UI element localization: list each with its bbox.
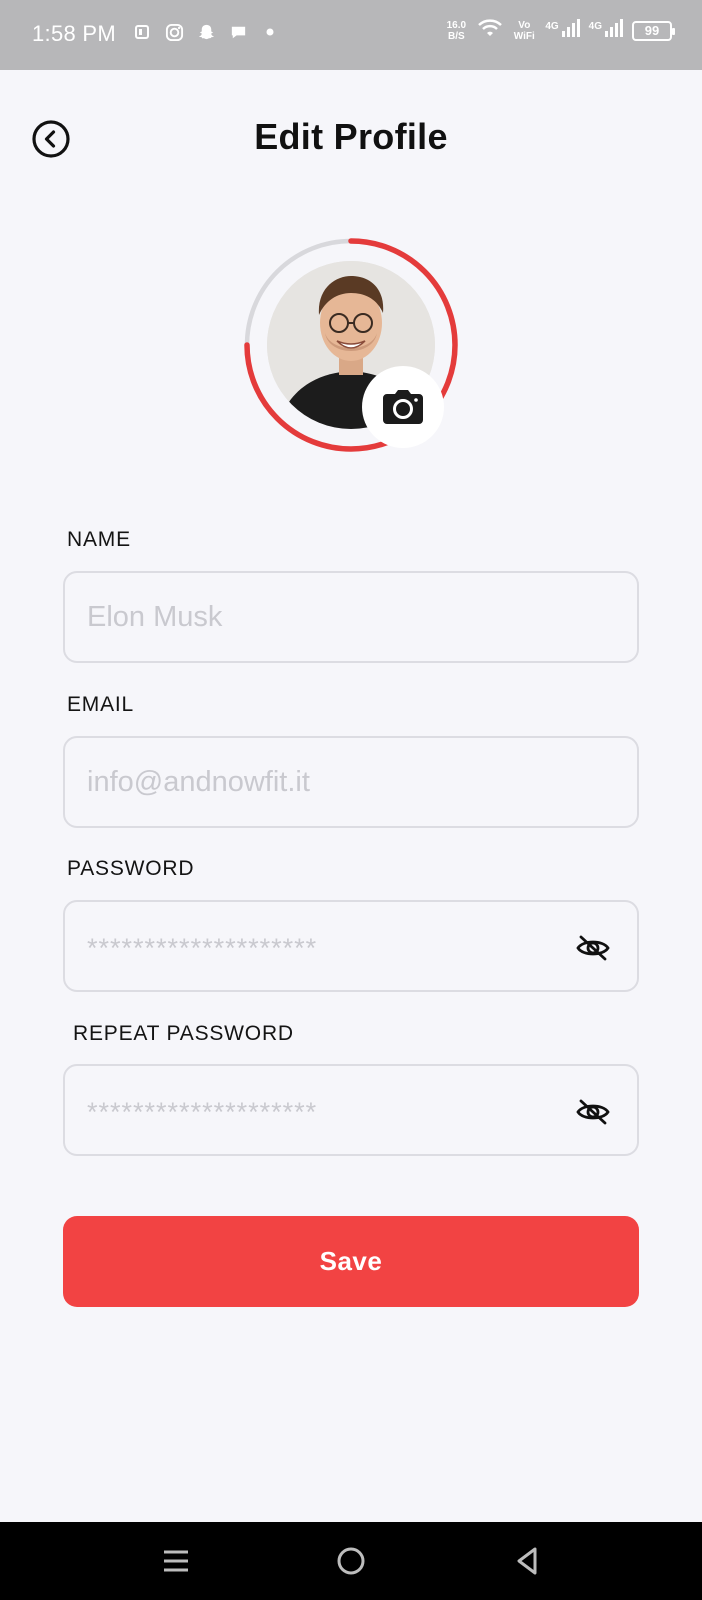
system-nav-bar — [0, 1522, 702, 1600]
pdf-icon — [132, 22, 152, 42]
status-time: 1:58 PM — [32, 21, 117, 46]
dot-icon — [260, 22, 280, 42]
signal-icon — [604, 18, 624, 43]
net-speed: 16.0 B/S — [446, 19, 467, 42]
email-input[interactable] — [87, 738, 567, 826]
repeat-password-field[interactable]: ******************** — [63, 1064, 639, 1156]
battery-level: 99 — [644, 23, 660, 38]
chat-icon — [228, 22, 248, 42]
status-right: 16.0 B/S Vo WiFi 4G 4G 99 — [443, 18, 675, 43]
snapchat-icon — [196, 22, 216, 42]
notification-icons — [132, 22, 280, 42]
network-type-2: 4G — [588, 21, 602, 32]
status-bar: 1:58 PM 16.0 B/S Vo WiFi 4G 4G 99 — [0, 0, 702, 70]
save-button[interactable]: Save — [63, 1216, 639, 1307]
edit-profile-screen: 1:58 PM 16.0 B/S Vo WiFi 4G 4G 99 Edit P… — [0, 0, 702, 1600]
home-button[interactable] — [331, 1541, 371, 1581]
eye-off-icon — [576, 1099, 610, 1125]
email-label: EMAIL — [67, 693, 135, 716]
system-back-button[interactable] — [507, 1541, 547, 1581]
recent-apps-button[interactable] — [156, 1541, 196, 1581]
password-input[interactable]: ******************** — [87, 902, 317, 990]
change-photo-button[interactable] — [362, 366, 444, 448]
profile-avatar[interactable] — [242, 236, 460, 454]
password-field[interactable]: ******************** — [63, 900, 639, 992]
name-label: NAME — [67, 528, 131, 551]
repeat-password-input[interactable]: ******************** — [87, 1066, 317, 1154]
repeat-password-label: REPEAT PASSWORD — [73, 1022, 294, 1045]
email-field[interactable] — [63, 736, 639, 828]
instagram-icon — [164, 22, 184, 42]
home-circle-icon — [337, 1547, 365, 1575]
eye-off-icon — [576, 935, 610, 961]
vowifi-indicator: Vo WiFi — [513, 19, 535, 42]
name-field[interactable] — [63, 571, 639, 663]
camera-icon — [383, 390, 423, 424]
password-label: PASSWORD — [67, 857, 195, 880]
battery-icon: 99 — [632, 20, 675, 41]
wifi-icon — [477, 18, 503, 43]
signal-icon — [561, 18, 581, 43]
name-input[interactable] — [87, 573, 567, 661]
password-visibility-toggle[interactable] — [575, 930, 611, 966]
repeat-password-visibility-toggle[interactable] — [575, 1094, 611, 1130]
network-type-1: 4G — [545, 21, 559, 32]
page-title: Edit Profile — [254, 116, 448, 157]
back-triangle-icon — [517, 1547, 537, 1575]
menu-icon — [164, 1550, 188, 1572]
